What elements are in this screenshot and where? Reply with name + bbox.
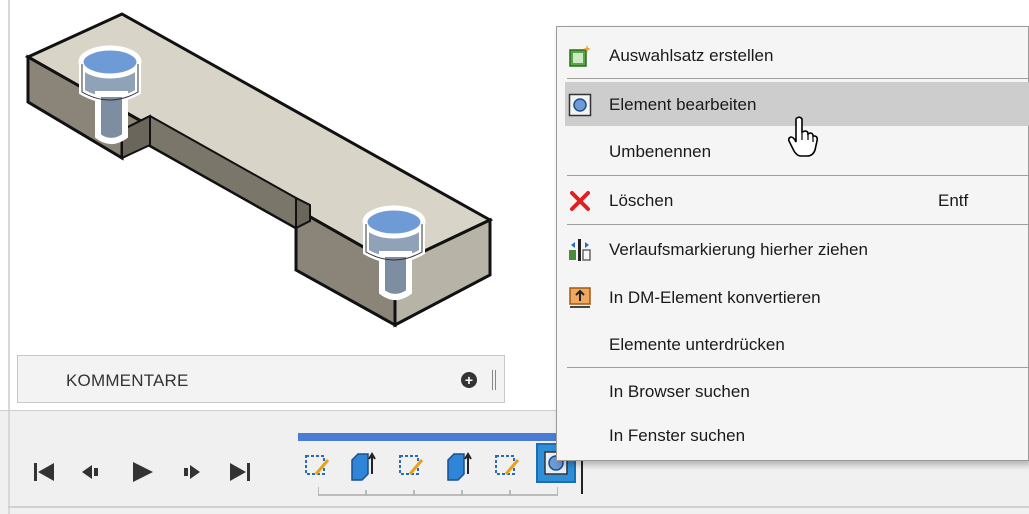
menu-item-create-selection-set[interactable]: Auswahlsatz erstellen (565, 33, 1029, 77)
skip-to-end-button[interactable] (226, 458, 254, 486)
menu-item-move-rollback-marker[interactable]: Verlaufsmarkierung hierher ziehen (565, 227, 1029, 271)
timeline-extrude-1[interactable] (348, 448, 378, 484)
step-back-icon (82, 465, 98, 479)
step-back-button[interactable] (78, 458, 106, 486)
play-button[interactable] (128, 458, 156, 486)
plus-circle-icon[interactable]: + (461, 372, 477, 388)
menu-item-label: In Browser suchen (609, 382, 750, 401)
comments-panel[interactable]: KOMMENTARE + (17, 355, 505, 403)
menu-separator (567, 78, 1029, 79)
sketch-icon (495, 455, 520, 475)
menu-item-label: Umbenennen (609, 142, 712, 161)
delete-icon (568, 189, 592, 213)
timeline-sketch-1[interactable] (302, 448, 332, 484)
selection-set-icon (568, 44, 592, 68)
timeline-left-border (8, 411, 10, 514)
context-menu: Auswahlsatz erstellen Element bearbeiten… (556, 26, 1029, 461)
menu-item-find-in-browser[interactable]: In Browser suchen (565, 369, 1029, 413)
step-forward-icon (184, 465, 200, 479)
menu-item-label: Verlaufsmarkierung hierher ziehen (609, 240, 868, 259)
menu-item-label: Auswahlsatz erstellen (609, 46, 774, 65)
step-forward-button[interactable] (178, 458, 206, 486)
rollback-marker-icon (568, 238, 592, 262)
timeline-ruler (318, 487, 558, 496)
menu-item-convert-dm[interactable]: In DM-Element konvertieren (565, 275, 1029, 319)
menu-item-label: Elemente unterdrücken (609, 335, 785, 354)
menu-item-label: In DM-Element konvertieren (609, 288, 821, 307)
timeline-bottom-border (8, 506, 1029, 508)
menu-item-delete[interactable]: Löschen Entf (565, 178, 1029, 222)
hand-cursor-icon (787, 116, 819, 157)
skip-to-start-icon (34, 463, 54, 481)
skip-to-start-button[interactable] (30, 458, 58, 486)
menu-item-shortcut: Entf (938, 191, 969, 210)
timeline-progress-bar (298, 433, 558, 441)
3d-model-part[interactable] (10, 0, 550, 360)
extrude-icon (351, 452, 376, 481)
convert-dm-icon (568, 286, 592, 310)
menu-separator (567, 224, 1029, 225)
play-icon (133, 462, 153, 482)
menu-item-suppress-features[interactable]: Elemente unterdrücken (565, 322, 1029, 366)
extrude-icon (447, 452, 472, 481)
timeline-sketch-2[interactable] (396, 448, 426, 484)
menu-item-label: Löschen (609, 191, 674, 210)
menu-separator (567, 367, 1029, 368)
timeline-sketch-3[interactable] (492, 448, 522, 484)
menu-item-label: Element bearbeiten (609, 95, 757, 114)
menu-separator (567, 175, 1029, 176)
comments-label: KOMMENTARE (66, 371, 189, 390)
panel-grip-handle[interactable] (492, 370, 496, 390)
sketch-icon (399, 455, 424, 475)
skip-to-end-icon (230, 463, 250, 481)
menu-item-label: In Fenster suchen (609, 426, 746, 445)
sketch-icon (305, 455, 330, 475)
edit-feature-icon (568, 93, 592, 117)
timeline-extrude-2[interactable] (444, 448, 474, 484)
menu-item-find-in-window[interactable]: In Fenster suchen (565, 413, 1029, 457)
